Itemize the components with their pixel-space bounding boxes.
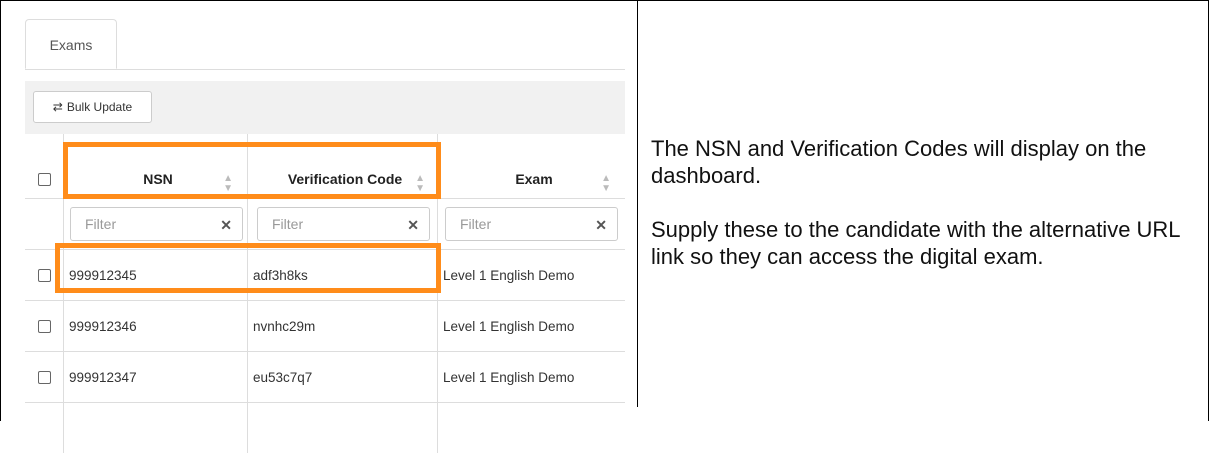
verification-code-filter-input[interactable]: Filter ✕ [257, 207, 430, 241]
nsn-filter-input[interactable]: Filter ✕ [70, 207, 243, 241]
column-divider [437, 301, 438, 351]
verification-code-cell: eu53c7q7 [253, 369, 313, 385]
row-select-cell [25, 301, 63, 351]
column-divider [63, 301, 64, 351]
row-checkbox[interactable] [37, 268, 51, 282]
table-row[interactable]: 999912346 nvnhc29m Level 1 English Demo [25, 301, 625, 352]
tab-exams[interactable]: Exams [25, 19, 117, 69]
header-highlight-box [63, 142, 441, 199]
exam-filter-input[interactable]: Filter ✕ [445, 207, 618, 241]
filter-placeholder: Filter [85, 216, 117, 232]
filter-placeholder: Filter [460, 216, 492, 232]
nsn-cell: 999912346 [69, 318, 137, 334]
column-divider [247, 403, 248, 453]
bulk-update-label: Bulk Update [66, 100, 133, 114]
exchange-arrows-icon: ⇄ [52, 100, 63, 114]
verification-code-cell: nvnhc29m [253, 318, 316, 334]
column-header-exam[interactable]: Exam ▲ ▼ [437, 134, 625, 198]
nsn-cell: 999912347 [69, 369, 137, 385]
table-row[interactable]: 999912347 eu53c7q7 Level 1 English Demo [25, 352, 625, 403]
exam-cell: Level 1 English Demo [443, 369, 575, 385]
table-toolbar: ⇄ Bulk Update [25, 81, 625, 134]
column-divider [247, 199, 248, 249]
select-all-cell [25, 134, 63, 198]
table-row-partial [25, 403, 625, 453]
row-checkbox[interactable] [37, 370, 51, 384]
bulk-update-button[interactable]: ⇄ Bulk Update [33, 91, 152, 123]
instruction-note: The NSN and Verification Codes will disp… [651, 135, 1191, 297]
exam-header-label: Exam [515, 171, 553, 187]
tab-bar: Exams [25, 19, 625, 70]
row-highlight-box [55, 243, 441, 293]
exam-cell: Level 1 English Demo [443, 267, 575, 283]
column-divider [63, 352, 64, 402]
column-divider [437, 199, 438, 249]
sort-icon: ▲ ▼ [601, 173, 611, 194]
row-select-cell [25, 352, 63, 402]
row-checkbox[interactable] [37, 319, 51, 333]
note-paragraph: The NSN and Verification Codes will disp… [651, 136, 1147, 188]
column-divider [247, 301, 248, 351]
clear-filter-icon[interactable]: ✕ [220, 217, 232, 234]
column-divider [63, 403, 64, 453]
exam-cell: Level 1 English Demo [443, 318, 575, 334]
select-all-checkbox[interactable] [37, 172, 51, 186]
column-divider [437, 352, 438, 402]
clear-filter-icon[interactable]: ✕ [407, 217, 419, 234]
panel-divider [637, 0, 638, 407]
column-divider [63, 199, 64, 249]
column-divider [437, 403, 438, 453]
filter-placeholder: Filter [272, 216, 304, 232]
column-divider [247, 352, 248, 402]
note-paragraph: Supply these to the candidate with the a… [651, 217, 1180, 269]
clear-filter-icon[interactable]: ✕ [595, 217, 607, 234]
